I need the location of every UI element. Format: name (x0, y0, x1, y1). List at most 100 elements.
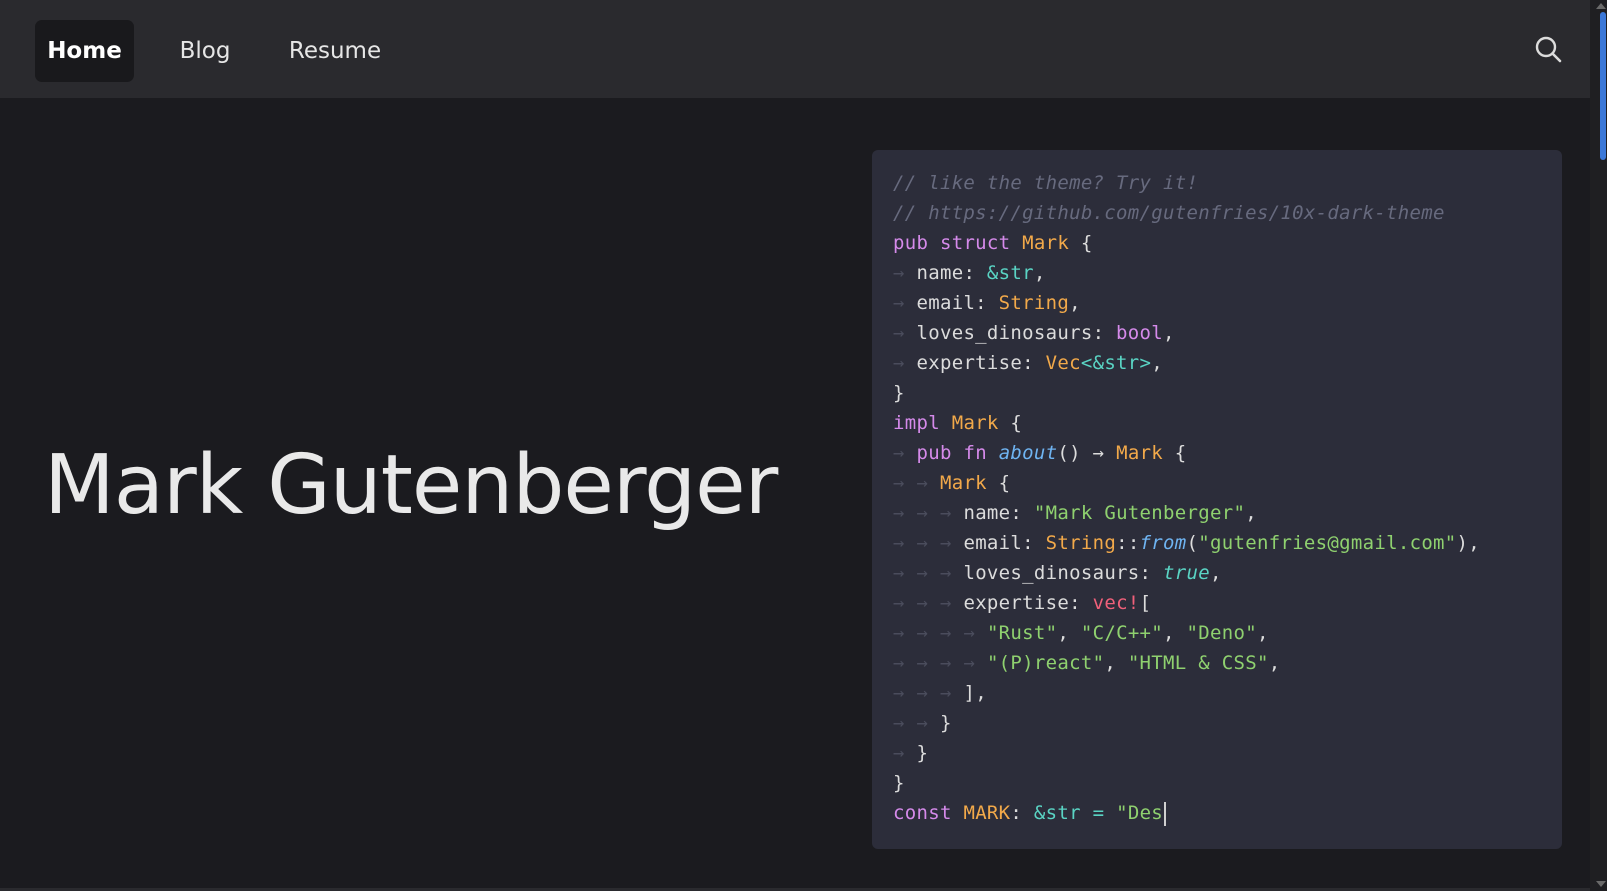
nav-resume-link[interactable]: Resume (278, 20, 392, 82)
code-token: fn (963, 442, 987, 464)
code-token: name: (963, 502, 1034, 524)
code-line: } (893, 378, 1562, 408)
code-line: } (893, 768, 1562, 798)
code-token: &str (1033, 802, 1081, 824)
search-button[interactable] (1533, 34, 1565, 68)
code-token: [ (1139, 592, 1152, 614)
code-token: , (1163, 622, 1187, 644)
tab-indicator-icon: → (939, 502, 964, 524)
code-token: String (998, 292, 1070, 314)
code-token: () → (1057, 442, 1117, 464)
code-token: , (1033, 262, 1046, 284)
tab-indicator-icon: → (939, 562, 964, 584)
code-token: &str (986, 262, 1034, 284)
code-token: } (939, 712, 952, 734)
tab-indicator-icon: → (939, 592, 964, 614)
code-token: loves_dinosaurs: (963, 562, 1164, 584)
tab-indicator-icon: → (893, 562, 917, 584)
code-token: impl (893, 412, 940, 434)
tab-indicator-icon: → (893, 322, 917, 344)
code-line: impl Mark { (893, 408, 1562, 438)
code-token: true (1163, 562, 1210, 584)
code-token: MARK (963, 802, 1011, 824)
tab-indicator-icon: → (916, 532, 940, 554)
code-token: // like the theme? Try it! (893, 172, 1199, 194)
code-token: "Deno" (1186, 622, 1257, 644)
code-token: pub (916, 442, 952, 464)
search-icon (1535, 36, 1562, 63)
tab-indicator-icon: → (963, 622, 987, 644)
code-token: Mark (1116, 442, 1164, 464)
tab-indicator-icon: → (893, 442, 917, 464)
code-token: : (1010, 802, 1034, 824)
code-token: "Mark Gutenberger" (1033, 502, 1246, 524)
tab-indicator-icon: → (916, 622, 940, 644)
code-token: , (1209, 562, 1222, 584)
tab-indicator-icon: → (893, 712, 917, 734)
tab-indicator-icon: → (939, 622, 964, 644)
scroll-down-arrow-icon[interactable] (1596, 881, 1606, 887)
code-token: Mark (951, 412, 999, 434)
code-token: "C/C++" (1080, 622, 1164, 644)
tab-indicator-icon: → (893, 742, 917, 764)
code-line: → → → name: "Mark Gutenberger", (893, 498, 1562, 528)
code-token: , (1151, 352, 1164, 374)
code-token: , (1104, 652, 1128, 674)
code-token: , (1268, 652, 1281, 674)
code-token: expertise: (963, 592, 1093, 614)
code-token: { (1163, 442, 1187, 464)
tab-indicator-icon: → (916, 562, 940, 584)
hero-name-heading: Mark Gutenberger (44, 438, 778, 533)
text-cursor (1164, 801, 1167, 826)
code-token: = (1080, 802, 1117, 824)
code-token: { (998, 412, 1023, 434)
code-token: "(P)react" (986, 652, 1105, 674)
tab-indicator-icon: → (916, 652, 940, 674)
code-token: vec! (1092, 592, 1140, 614)
top-navbar: Home Blog Resume (0, 0, 1590, 98)
nav-blog-link[interactable]: Blog (165, 20, 245, 82)
code-line: → name: &str, (893, 258, 1562, 288)
code-line: // https://github.com/gutenfries/10x-dar… (893, 198, 1562, 228)
code-line: // like the theme? Try it! (893, 168, 1562, 198)
code-editor-panel[interactable]: // like the theme? Try it! // https://git… (872, 150, 1562, 849)
code-token: struct (939, 232, 1011, 254)
code-line: → → → → "(P)react", "HTML & CSS", (893, 648, 1562, 678)
code-token: ( (1186, 532, 1199, 554)
code-token: { (986, 472, 1011, 494)
code-token: "gutenfries@gmail.com" (1198, 532, 1457, 554)
tab-indicator-icon: → (916, 472, 940, 494)
code-token: } (893, 382, 905, 404)
code-token: , (1245, 502, 1257, 524)
code-line: → pub fn about() → Mark { (893, 438, 1562, 468)
code-token: const (893, 802, 952, 824)
code-line: → → → expertise: vec![ (893, 588, 1562, 618)
tab-indicator-icon: → (893, 652, 917, 674)
code-line: const MARK: &str = "Des (893, 798, 1562, 828)
code-token: expertise: (916, 352, 1046, 374)
code-token: String (1045, 532, 1117, 554)
scroll-up-arrow-icon[interactable] (1596, 3, 1606, 9)
code-token: Mark (1022, 232, 1070, 254)
code-line: pub struct Mark { (893, 228, 1562, 258)
code-token: pub (893, 232, 929, 254)
code-token: email: (916, 292, 999, 314)
page-scrollbar-thumb[interactable] (1600, 12, 1606, 160)
code-token: { (1069, 232, 1093, 254)
tab-indicator-icon: → (916, 682, 940, 704)
code-token: <&str> (1080, 352, 1152, 374)
tab-indicator-icon: → (893, 352, 917, 374)
code-token: , (1057, 622, 1081, 644)
code-line: → → → loves_dinosaurs: true, (893, 558, 1562, 588)
tab-indicator-icon: → (893, 262, 917, 284)
code-line: → → → → "Rust", "C/C++", "Deno", (893, 618, 1562, 648)
code-line: → email: String, (893, 288, 1562, 318)
code-token: , (1069, 292, 1081, 314)
nav-home-link[interactable]: Home (35, 20, 134, 82)
tab-indicator-icon: → (939, 532, 964, 554)
tab-indicator-icon: → (893, 292, 917, 314)
code-line: → → → ], (893, 678, 1562, 708)
code-token: ), (1456, 532, 1481, 554)
